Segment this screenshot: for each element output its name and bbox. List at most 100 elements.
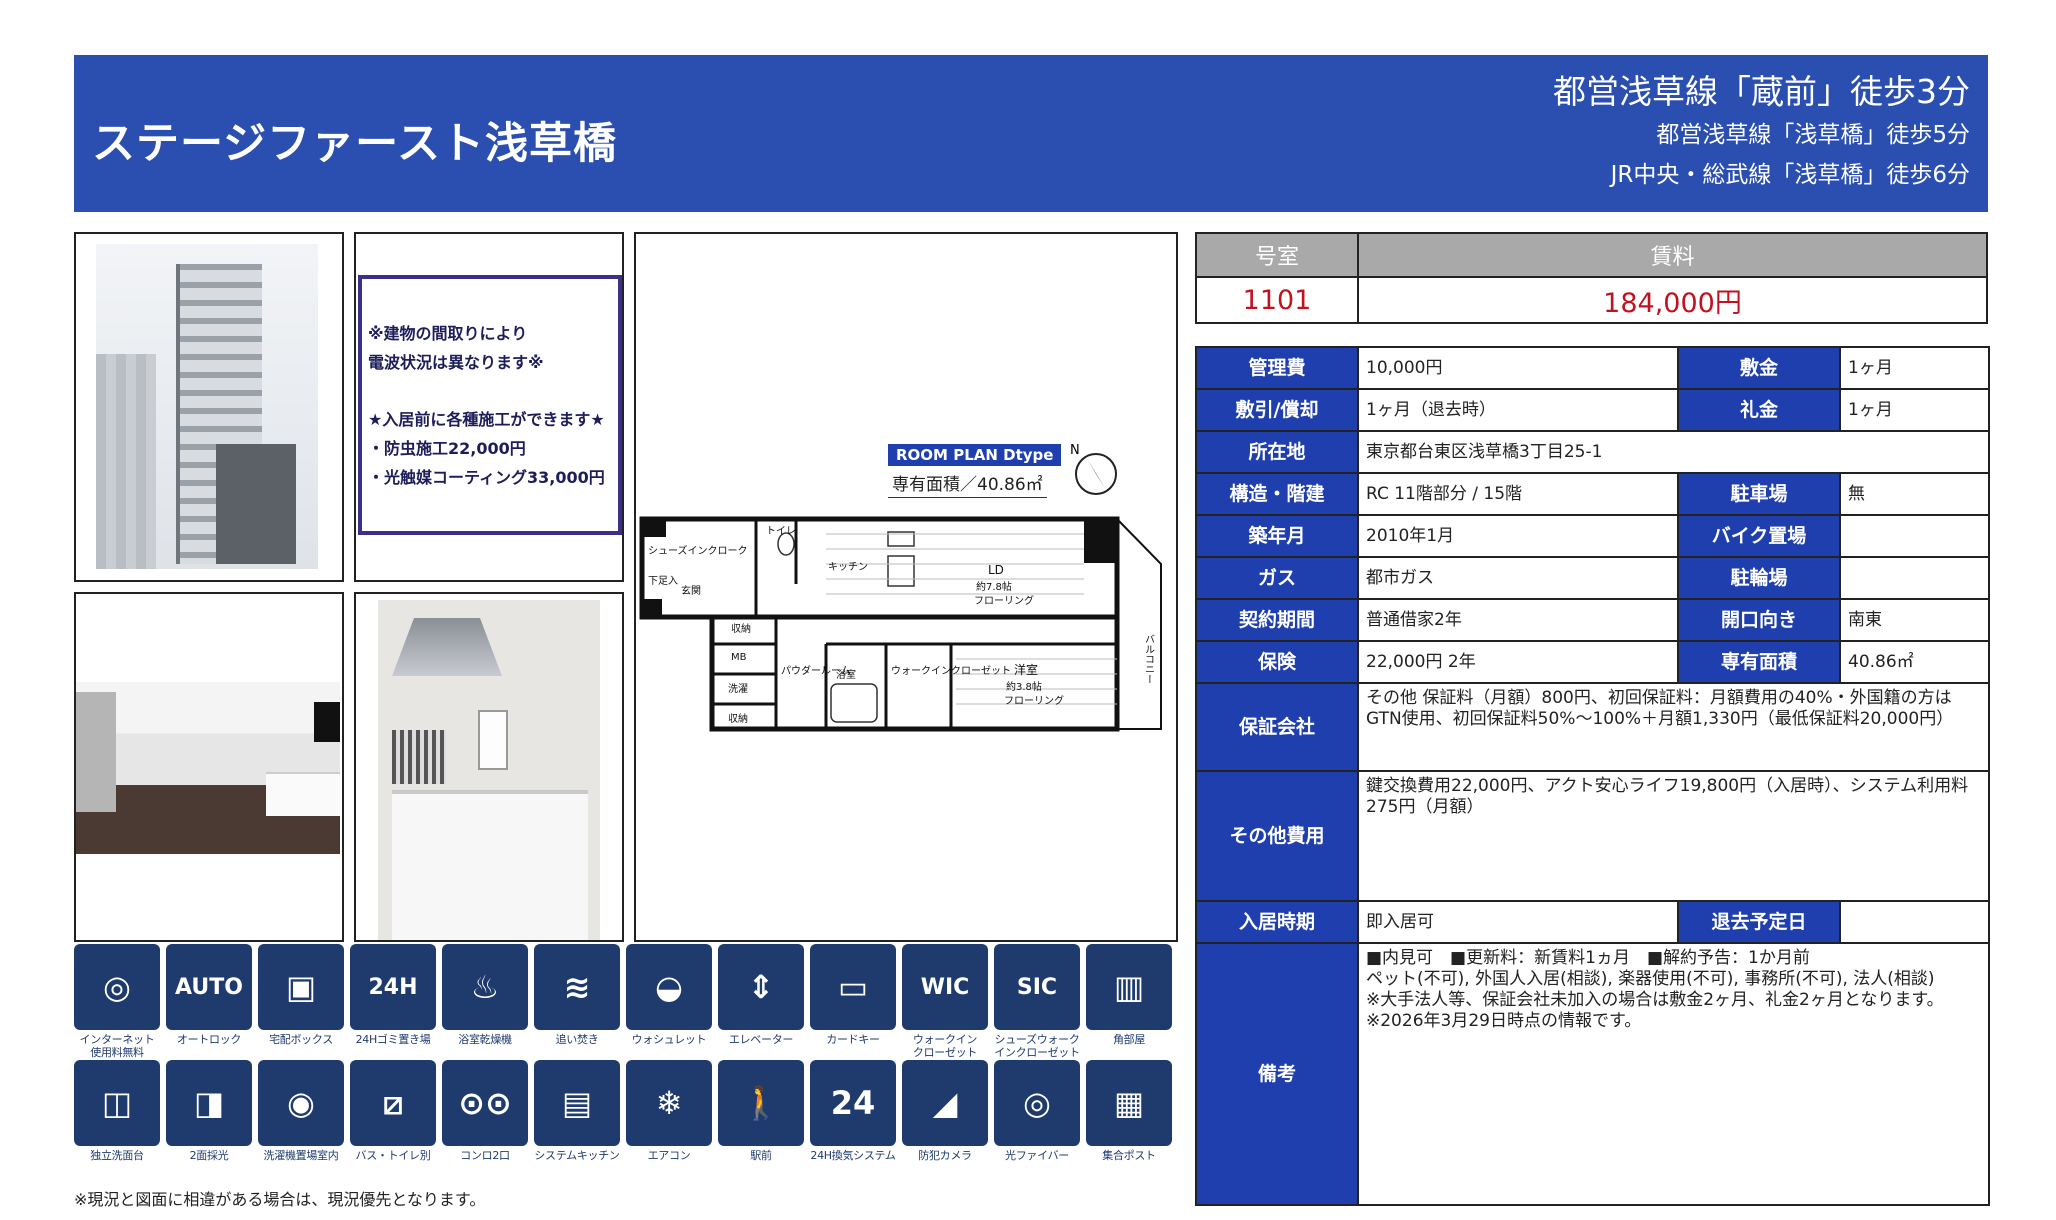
amenity-item: ◒ ウォシュレット (626, 944, 712, 1046)
gas-label: ガス (1195, 556, 1359, 600)
notice-line: ・防虫施工22,000円 (368, 439, 526, 458)
amenity-item: 24H 24Hゴミ置き場 (350, 944, 436, 1046)
amenity-caption-line: コンロ2口 (460, 1149, 510, 1162)
svg-text:N: N (1070, 443, 1080, 458)
plan-entrance-label: 玄関 (681, 584, 701, 597)
amenity-caption-line: バス・トイレ別 (355, 1149, 431, 1162)
floor-plan: ROOM PLAN Dtype 専有面積／40.86㎡ N シューズインクローク… (634, 232, 1178, 942)
shikibiki-label: 敷引/償却 (1195, 388, 1359, 432)
remarks-line: ※大手法人等、保証会社未加入の場合は敷金2ヶ月、礼金2ヶ月となります。 (1366, 990, 1944, 1010)
structure-label: 構造・階建 (1195, 472, 1359, 516)
washer-space-icon: ◉ (258, 1060, 344, 1146)
amenity-item: ⇕ エレベーター (718, 944, 804, 1046)
amenity-caption-line: カードキー (826, 1033, 880, 1046)
amenity-caption-line: 2面採光 (189, 1149, 229, 1162)
amenity-caption-line: 駅前 (750, 1149, 772, 1162)
floor-area-value: 40.86㎡ (1839, 640, 1990, 684)
plan-bath-label: 浴室 (836, 668, 856, 681)
amenity-caption: ウォークイン クローゼット (902, 1033, 988, 1059)
amenity-item: AUTO オートロック (166, 944, 252, 1046)
vanity-icon: ◫ (74, 1060, 160, 1146)
access-line-1: 都営浅草線「蔵前」徒歩3分 (1553, 72, 1970, 111)
separate-bath-toilet-icon: ⧄ (350, 1060, 436, 1146)
amenity-caption: 24H換気システム (810, 1149, 896, 1162)
amenity-caption-line: 浴室乾燥機 (458, 1033, 512, 1046)
notice-line: 電波状況は異なります※ (368, 353, 544, 372)
plan-balcony-label: バルコニー (1143, 634, 1155, 684)
amenity-item: WIC ウォークイン クローゼット (902, 944, 988, 1059)
amenity-caption: オートロック (166, 1033, 252, 1046)
parking-label: 駐車場 (1677, 472, 1841, 516)
notice-line: ・光触媒コーティング33,000円 (368, 468, 605, 487)
property-info-table: 管理費 10,000円 敷金 1ヶ月 敷引/償却 1ヶ月（退去時） 礼金 1ヶ月… (1195, 346, 1990, 1206)
key-money-value: 1ヶ月 (1839, 388, 1990, 432)
amenity-caption: システムキッチン (534, 1149, 620, 1162)
footnote: ※現況と図面に相違がある場合は、現況優先となります。 (74, 1190, 486, 1209)
bicycle-parking-label: 駐輪場 (1677, 556, 1841, 600)
remarks-label: 備考 (1195, 942, 1359, 1206)
amenity-caption-line: 防犯カメラ (918, 1149, 972, 1162)
elevator-icon: ⇕ (718, 944, 804, 1030)
kitchen-image (378, 600, 600, 940)
amenity-caption: 洗濯機置場室内 (258, 1149, 344, 1162)
two-burner-stove-icon: ⊙⊙ (442, 1060, 528, 1146)
amenity-item: 🚶 駅前 (718, 1060, 804, 1162)
guarantee-company-label: 保証会社 (1195, 682, 1359, 772)
amenity-caption: インターネット 使用料無料 (74, 1033, 160, 1059)
structure-value: RC 11階部分 / 15階 (1357, 472, 1679, 516)
move-out-label: 退去予定日 (1677, 900, 1841, 944)
security-camera-icon: ◢ (902, 1060, 988, 1146)
property-title: ステージファースト浅草橋 (92, 119, 617, 169)
building-image (96, 244, 318, 569)
plan-shoes-closet-label: シューズインクローク (648, 544, 748, 557)
insurance-value: 22,000円 2年 (1357, 640, 1679, 684)
ventilation-24h-icon: 24 (810, 1060, 896, 1146)
parking-value: 無 (1839, 472, 1990, 516)
plan-storage2-label: 収納 (728, 712, 748, 725)
amenity-caption-line: クローゼット (912, 1046, 978, 1059)
amenity-item: ⧄ バス・トイレ別 (350, 1060, 436, 1162)
internet-icon: ◎ (74, 944, 160, 1030)
amenity-item: ◨ 2面採光 (166, 1060, 252, 1162)
amenity-caption-line: シューズウォーク (994, 1033, 1080, 1046)
amenity-caption: 角部屋 (1086, 1033, 1172, 1046)
delivery-box-icon: ▣ (258, 944, 344, 1030)
rent-value: 184,000円 (1357, 276, 1988, 324)
amenity-caption: エアコン (626, 1149, 712, 1162)
remarks-line: ペット(不可), 外国人入居(相談), 楽器使用(不可), 事務所(不可), 法… (1366, 969, 1935, 989)
tv-shape (314, 702, 340, 742)
amenity-caption-line: 24H換気システム (810, 1149, 896, 1162)
access-line-3: JR中央・総武線「浅草橋」徒歩6分 (1610, 162, 1970, 188)
built-date-value: 2010年1月 (1357, 514, 1679, 558)
room-number: 1101 (1195, 276, 1359, 324)
amenity-item: ▤ システムキッチン (534, 1060, 620, 1162)
remarks-value: ■内見可 ■更新料：新賃料1ヵ月 ■解約予告：1か月前 ペット(不可), 外国人… (1357, 942, 1990, 1206)
bike-parking-label: バイク置場 (1677, 514, 1841, 558)
amenity-caption-line: 使用料無料 (90, 1046, 144, 1059)
amenity-item: ♨ 浴室乾燥機 (442, 944, 528, 1046)
plan-western-floor: フローリング (1004, 694, 1064, 707)
living-room-image (76, 682, 340, 854)
amenity-item: SIC シューズウォーク インクローゼット (994, 944, 1080, 1059)
opening-direction-label: 開口向き (1677, 598, 1841, 642)
other-fees-label: その他費用 (1195, 770, 1359, 902)
near-station-icon: 🚶 (718, 1060, 804, 1146)
shared-mailbox-icon: ▦ (1086, 1060, 1172, 1146)
corner-room-icon: ▥ (1086, 944, 1172, 1030)
move-out-value (1839, 900, 1990, 944)
amenity-item: ❄ エアコン (626, 1060, 712, 1162)
plan-wic-label: ウォークインクローゼット (891, 665, 1011, 677)
card-key-icon: ▭ (810, 944, 896, 1030)
amenity-caption: シューズウォーク インクローゼット (994, 1033, 1080, 1059)
amenity-caption-line: インターネット (79, 1033, 155, 1046)
plan-western-label: 洋室 (1014, 662, 1038, 677)
amenity-caption-line: 追い焚き (555, 1033, 599, 1046)
amenity-caption-line: ウォシュレット (631, 1033, 707, 1046)
building-photo (74, 232, 344, 582)
floor-area-label: 専有面積 (1677, 640, 1841, 684)
amenity-item: ◎ 光ファイバー (994, 1060, 1080, 1162)
amenity-caption: エレベーター (718, 1033, 804, 1046)
address-label: 所在地 (1195, 430, 1359, 474)
amenity-item: ▥ 角部屋 (1086, 944, 1172, 1046)
amenity-caption-line: システムキッチン (534, 1149, 620, 1162)
